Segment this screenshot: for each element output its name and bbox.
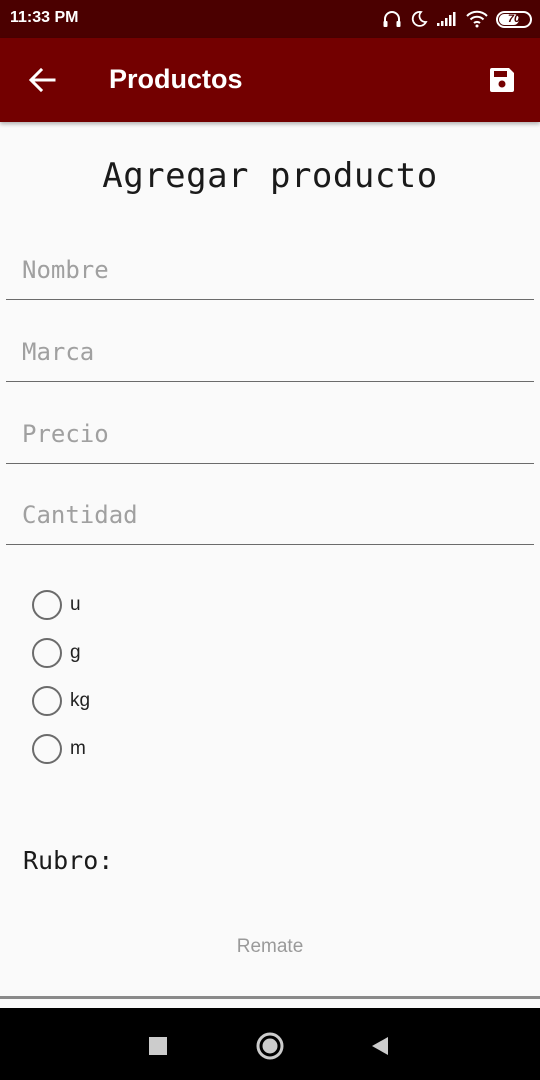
radio-button[interactable] — [32, 638, 62, 668]
marca-field[interactable] — [6, 322, 534, 382]
radio-unit-kg[interactable]: kg — [32, 685, 90, 717]
radio-label: u — [70, 594, 81, 615]
home-circle-icon — [256, 1032, 284, 1060]
cantidad-field[interactable] — [6, 485, 534, 545]
system-nav-bar — [0, 1008, 540, 1080]
back-triangle-icon — [372, 1037, 388, 1055]
nombre-input[interactable] — [6, 240, 534, 299]
radio-unit-g[interactable]: g — [32, 637, 81, 669]
battery-icon: 70 — [496, 10, 532, 28]
headphones-icon — [383, 11, 401, 27]
nombre-field[interactable] — [6, 240, 534, 300]
app-bar: Productos — [0, 38, 540, 122]
divider — [0, 996, 540, 999]
arrow-left-icon — [28, 67, 56, 93]
app-title: Productos — [109, 64, 243, 94]
wifi-icon — [466, 10, 488, 28]
save-button[interactable] — [482, 60, 522, 100]
battery-level: 70 — [507, 13, 521, 25]
cantidad-input[interactable] — [6, 485, 534, 544]
floppy-disk-icon — [490, 68, 514, 92]
precio-field[interactable] — [6, 404, 534, 464]
signal-icon — [437, 12, 456, 26]
radio-button[interactable] — [32, 686, 62, 716]
recents-square-icon — [149, 1037, 167, 1055]
radio-label: kg — [70, 690, 91, 711]
marca-input[interactable] — [6, 322, 534, 381]
page-title: Agregar producto — [102, 156, 438, 196]
nav-back-button[interactable] — [360, 1026, 400, 1066]
status-icons: 70 — [382, 8, 532, 30]
radio-unit-m[interactable]: m — [32, 733, 86, 765]
status-bar: 11:33 PM 70 — [0, 0, 540, 38]
back-button[interactable] — [18, 58, 66, 102]
precio-input[interactable] — [6, 404, 534, 463]
radio-label: m — [70, 738, 86, 759]
rubro-spinner[interactable]: Remate — [0, 920, 540, 972]
home-button[interactable] — [250, 1026, 290, 1066]
radio-button[interactable] — [32, 734, 62, 764]
status-time: 11:33 PM — [10, 9, 79, 26]
moon-icon — [411, 11, 428, 27]
radio-button[interactable] — [32, 590, 62, 620]
rubro-selected-value: Remate — [236, 936, 304, 957]
rubro-label: Rubro: — [23, 846, 114, 875]
recents-button[interactable] — [138, 1026, 178, 1066]
radio-unit-u[interactable]: u — [32, 589, 81, 621]
radio-label: g — [70, 642, 81, 663]
